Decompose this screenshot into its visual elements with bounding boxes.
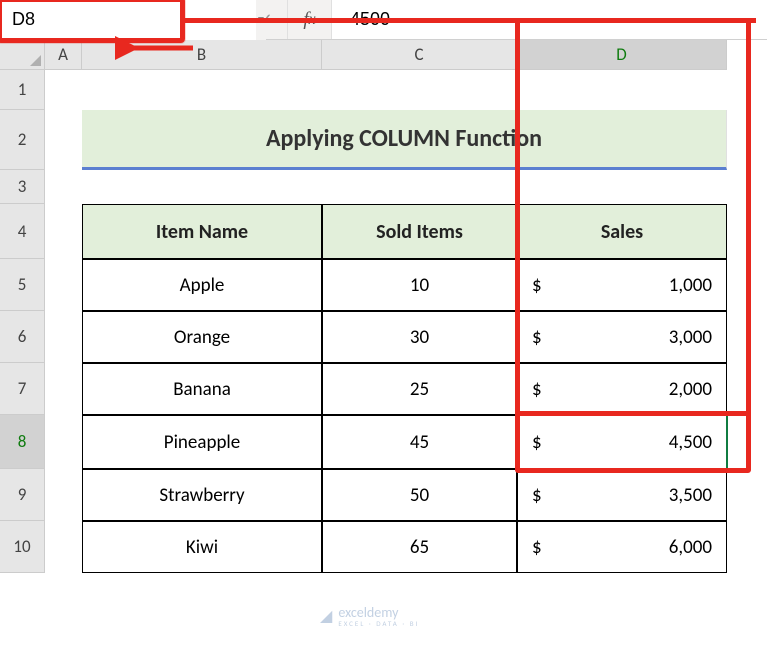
currency-symbol: $ [532, 484, 542, 507]
cell-b6[interactable]: Orange [82, 311, 322, 363]
col-header-a[interactable]: A [45, 40, 82, 70]
row-header-9[interactable]: 9 [0, 469, 45, 521]
cell-c9[interactable]: 50 [322, 469, 517, 521]
cell-d5[interactable]: $1,000 [517, 259, 727, 311]
formula-input[interactable] [332, 0, 767, 39]
column-headers: A B C D [45, 40, 727, 70]
cells-area: Applying COLUMN Function Item Name Sold … [45, 70, 727, 573]
watermark: ◢ exceldemy EXCEL · DATA · BI [320, 604, 419, 628]
sales-value: 4,500 [669, 431, 712, 454]
name-box-dropdown-icon[interactable]: ▼ [256, 0, 266, 40]
title-text: Applying COLUMN Function [266, 124, 542, 153]
row-header-2[interactable]: 2 [0, 110, 45, 170]
cell-d8[interactable]: $4,500 [517, 415, 727, 469]
header-sales[interactable]: Sales [517, 204, 727, 259]
cell-d10[interactable]: $6,000 [517, 521, 727, 573]
cell-b10[interactable]: Kiwi [82, 521, 322, 573]
cell-c5[interactable]: 10 [322, 259, 517, 311]
sales-value: 1,000 [669, 274, 712, 297]
select-all-corner[interactable] [0, 40, 45, 70]
row-header-10[interactable]: 10 [0, 521, 45, 573]
row-header-4[interactable]: 4 [0, 204, 45, 259]
row-header-5[interactable]: 5 [0, 259, 45, 311]
row-header-3[interactable]: 3 [0, 170, 45, 204]
cell-b7[interactable]: Banana [82, 363, 322, 415]
watermark-sub: EXCEL · DATA · BI [338, 619, 419, 628]
sales-value: 3,000 [669, 326, 712, 349]
sales-value: 3,500 [669, 484, 712, 507]
col-header-d[interactable]: D [517, 40, 727, 70]
currency-symbol: $ [532, 378, 542, 401]
row-header-6[interactable]: 6 [0, 311, 45, 363]
header-sold[interactable]: Sold Items [322, 204, 517, 259]
cell-d7[interactable]: $2,000 [517, 363, 727, 415]
sales-value: 6,000 [669, 536, 712, 559]
header-item[interactable]: Item Name [82, 204, 322, 259]
formula-bar: ▼ ⋮ ✕ ✓ fx [0, 0, 767, 40]
name-box-input[interactable] [0, 0, 256, 40]
watermark-icon: ◢ [320, 606, 332, 626]
cell-c6[interactable]: 30 [322, 311, 517, 363]
cell-b5[interactable]: Apple [82, 259, 322, 311]
cell-c10[interactable]: 65 [322, 521, 517, 573]
currency-symbol: $ [532, 536, 542, 559]
cell-b8[interactable]: Pineapple [82, 415, 322, 469]
row-header-8[interactable]: 8 [0, 415, 45, 469]
row-header-7[interactable]: 7 [0, 363, 45, 415]
fx-icon[interactable]: fx [288, 0, 332, 39]
row-headers: 1 2 3 4 5 6 7 8 9 10 [0, 70, 45, 573]
currency-symbol: $ [532, 274, 542, 297]
col-header-b[interactable]: B [82, 40, 322, 70]
cell-d6[interactable]: $3,000 [517, 311, 727, 363]
cell-c8[interactable]: 45 [322, 415, 517, 469]
sales-value: 2,000 [669, 378, 712, 401]
name-box-container: ▼ [0, 0, 180, 40]
watermark-brand: exceldemy [338, 604, 398, 621]
currency-symbol: $ [532, 431, 542, 454]
title-cell[interactable]: Applying COLUMN Function [82, 110, 727, 170]
currency-symbol: $ [532, 326, 542, 349]
cell-c7[interactable]: 25 [322, 363, 517, 415]
col-header-c[interactable]: C [322, 40, 517, 70]
cell-b9[interactable]: Strawberry [82, 469, 322, 521]
row-header-1[interactable]: 1 [0, 70, 45, 110]
cell-d9[interactable]: $3,500 [517, 469, 727, 521]
